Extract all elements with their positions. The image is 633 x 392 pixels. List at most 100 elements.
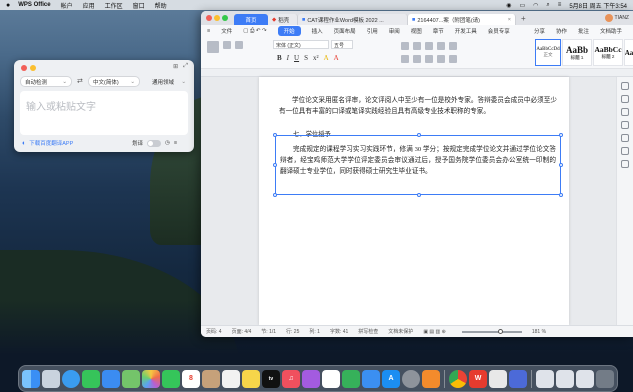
zoom-button[interactable]	[222, 15, 228, 21]
menubar-clock[interactable]: 5月8日 周五 下午3:54	[569, 1, 627, 10]
paste-icon[interactable]	[207, 41, 219, 53]
dock-calendar-icon[interactable]: 8	[182, 369, 200, 388]
dock-contacts-icon[interactable]	[202, 369, 220, 388]
dock-facetime-icon[interactable]	[162, 369, 180, 388]
apple-icon[interactable]: ●	[6, 2, 10, 9]
wifi-icon[interactable]: ◠	[533, 2, 538, 9]
dock-finder-icon[interactable]	[22, 369, 40, 388]
resize-handle[interactable]	[559, 193, 563, 197]
source-language-select[interactable]: 自动检测 ⌄	[20, 76, 72, 87]
style-heading-1[interactable]: AaBb 标题 1	[562, 39, 592, 66]
control-center-icon[interactable]: ≡	[558, 2, 562, 8]
dock-reminders-icon[interactable]	[222, 369, 240, 388]
hamburger-icon[interactable]: ≡	[207, 28, 210, 34]
menu-view[interactable]: 视图	[411, 27, 422, 35]
style-heading-2[interactable]: AaBbCc 标题 2	[593, 39, 623, 66]
view-mode-icons[interactable]: ▣ ▤ ▥ ⊕	[423, 329, 446, 335]
menu-start[interactable]: 开始	[277, 26, 301, 36]
menu-layout[interactable]: 页面布局	[334, 27, 356, 35]
strikethrough-icon[interactable]: S	[304, 54, 308, 62]
numbering-icon[interactable]	[413, 42, 421, 50]
dock-messages-icon[interactable]	[82, 369, 100, 388]
collaborate-button[interactable]: 协作	[556, 27, 567, 35]
user-account[interactable]: TIANZ	[604, 14, 629, 22]
resize-handle[interactable]	[559, 163, 563, 167]
align-left-icon[interactable]	[401, 55, 409, 63]
dock-maps-icon[interactable]	[122, 369, 140, 388]
bullets-icon[interactable]	[401, 42, 409, 50]
swap-language-icon[interactable]: ⇄	[77, 77, 83, 85]
align-center-icon[interactable]	[413, 55, 421, 63]
menu-file[interactable]: 文件	[221, 27, 232, 35]
new-tab-icon[interactable]: +	[521, 14, 526, 23]
close-button[interactable]	[206, 15, 212, 21]
menu-developer[interactable]: 开发工具	[455, 27, 477, 35]
sidebar-select-icon[interactable]	[621, 95, 629, 103]
sidebar-style-icon[interactable]	[621, 82, 629, 90]
menubar-item-window[interactable]: 窗口	[133, 1, 145, 10]
dock-folder-icon[interactable]	[576, 369, 594, 388]
share-button[interactable]: 分享	[534, 27, 545, 35]
sidebar-backup-icon[interactable]	[621, 134, 629, 142]
expand-icon[interactable]: ⤢	[183, 63, 188, 70]
dock-pdf-icon[interactable]	[489, 369, 507, 388]
resize-handle[interactable]	[273, 193, 277, 197]
menu-section[interactable]: 章节	[433, 27, 444, 35]
menu-references[interactable]: 引用	[367, 27, 378, 35]
dock-downloads-icon[interactable]	[556, 369, 574, 388]
download-app-link[interactable]: ◐ 下载百度翻译APP	[22, 139, 73, 148]
menu-icon[interactable]: ≡	[174, 140, 177, 146]
sort-icon[interactable]	[449, 42, 457, 50]
dock-keynote-icon[interactable]	[362, 369, 380, 388]
sidebar-shape-icon[interactable]	[621, 108, 629, 116]
menubar-item-workspace[interactable]: 工作区	[105, 1, 123, 10]
comment-button[interactable]: 批注	[578, 27, 589, 35]
translate-input[interactable]: 输入或粘贴文字	[20, 91, 188, 135]
pin-icon[interactable]: ⊞	[173, 63, 178, 70]
resize-handle[interactable]	[273, 163, 277, 167]
tab-document-1[interactable]: ■ CAT课程作业Word模板 2022 ...	[298, 14, 408, 25]
close-button[interactable]	[21, 65, 27, 71]
tab-document-2[interactable]: ■ 2164407...案（附团笔(请) ×	[408, 14, 516, 25]
domain-select[interactable]: 通用领域 ⌄	[148, 76, 190, 87]
style-normal[interactable]: AaBbCcDd 正文	[535, 39, 561, 66]
line-spacing-icon[interactable]	[449, 55, 457, 63]
sidebar-share-icon[interactable]	[621, 147, 629, 155]
dock-wps-icon[interactable]: W	[469, 369, 487, 388]
indent-icon[interactable]	[425, 42, 433, 50]
doc-assistant-button[interactable]: 文档助手	[600, 27, 622, 35]
zoom-slider[interactable]	[461, 328, 522, 334]
menu-insert[interactable]: 插入	[312, 27, 323, 35]
search-icon[interactable]: ⌕	[546, 2, 549, 9]
minimize-button[interactable]	[214, 15, 220, 21]
format-painter-icon[interactable]	[235, 41, 243, 49]
bold-icon[interactable]: B	[277, 54, 282, 62]
dock-xcode-icon[interactable]	[509, 369, 527, 388]
dock-documents-icon[interactable]	[536, 369, 554, 388]
menu-member[interactable]: 会员专享	[488, 27, 510, 35]
dock-notes-icon[interactable]	[242, 369, 260, 388]
italic-icon[interactable]: I	[287, 54, 289, 62]
resize-handle[interactable]	[417, 193, 421, 197]
resize-handle[interactable]	[417, 133, 421, 137]
status-protect[interactable]: 文档未保护	[388, 328, 413, 335]
menubar-item-help[interactable]: 帮助	[155, 1, 167, 10]
sidebar-help-icon[interactable]	[621, 160, 629, 168]
align-right-icon[interactable]	[425, 55, 433, 63]
dock-mail-icon[interactable]	[102, 369, 120, 388]
dock-launchpad-icon[interactable]	[42, 369, 60, 388]
status-spellcheck[interactable]: 拼写检查	[358, 328, 378, 335]
zoom-level[interactable]: 181 %	[532, 329, 546, 335]
resize-handle[interactable]	[273, 133, 277, 137]
tab-docer[interactable]: ◆ 稻壳	[268, 14, 298, 25]
font-color-icon[interactable]: A	[334, 54, 339, 62]
document-page[interactable]: 学位论文采用匿名评审，论文评阅人中至少有一位是校外专家。答辩委员会成员中必须至少…	[259, 77, 569, 325]
dock-news-icon[interactable]	[322, 369, 340, 388]
minimize-button[interactable]	[30, 65, 36, 71]
dock-trash-icon[interactable]	[596, 369, 614, 388]
text-selection-box[interactable]: 完成规定的课程学习实习实践环节，修满 30 学分；按规定完成学位论文并通过学位论…	[273, 133, 563, 197]
superscript-icon[interactable]: x²	[313, 54, 319, 62]
menu-review[interactable]: 审阅	[389, 27, 400, 35]
dock-pages-icon[interactable]	[422, 369, 440, 388]
paragraph-degree[interactable]: 完成规定的课程学习实习实践环节，修满 30 学分；按规定完成学位论文并通过学位论…	[280, 144, 556, 177]
